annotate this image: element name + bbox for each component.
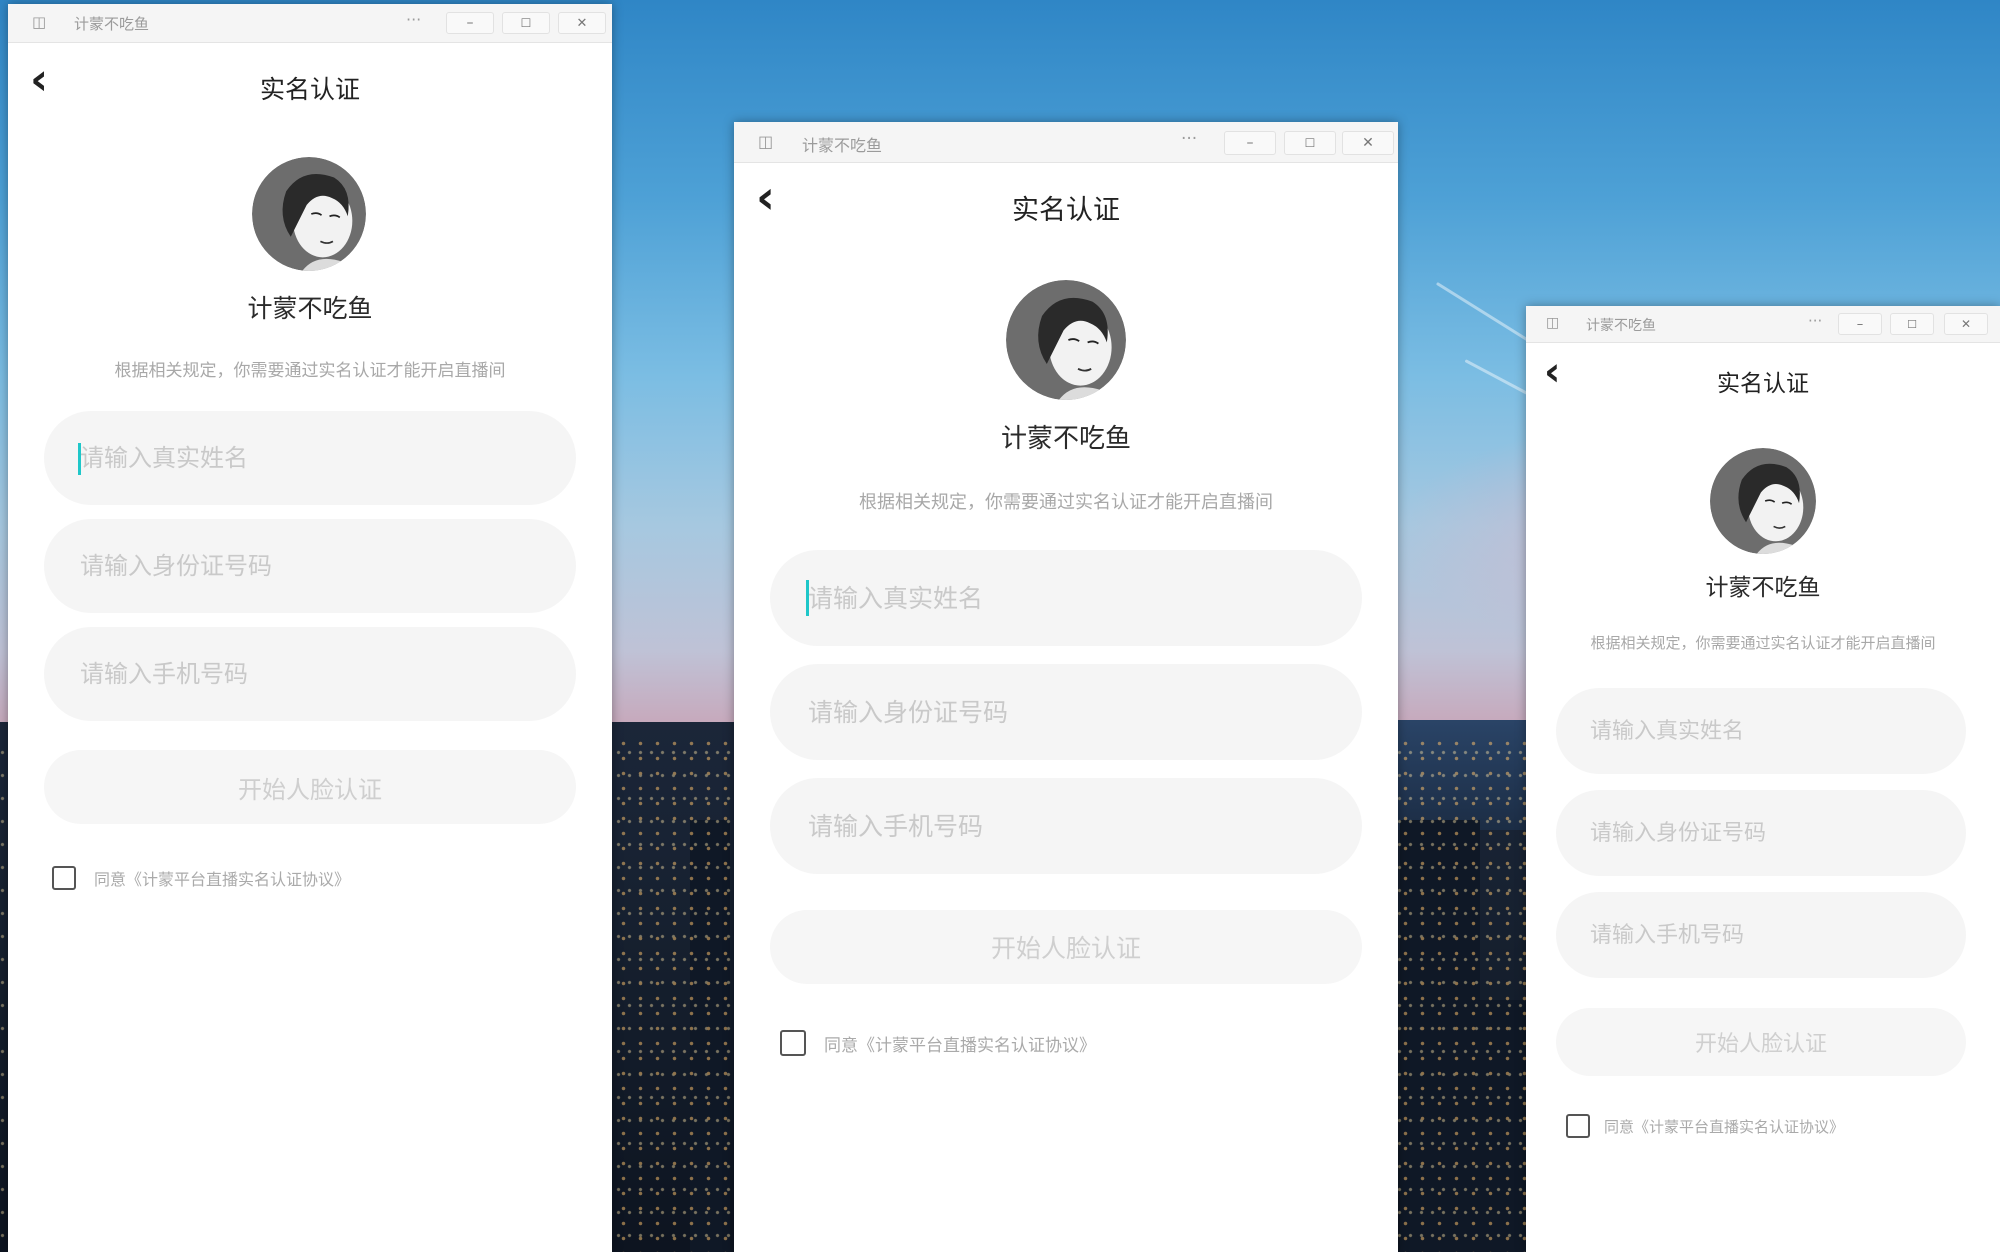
start-face-verification-button[interactable]: 开始人脸认证 — [44, 750, 576, 824]
close-icon: ✕ — [576, 15, 588, 31]
id-number-input[interactable] — [78, 551, 576, 581]
app-window-right: ◫ 计蒙不吃鱼 ··· – ☐ ✕ ‹ 实名认证 计蒙不吃鱼 根据相关规定，你需… — [1526, 306, 2000, 1252]
phone-field[interactable] — [770, 778, 1362, 874]
text-caret — [806, 580, 809, 616]
minimize-button[interactable]: – — [1224, 131, 1276, 155]
app-window-left: ◫ 计蒙不吃鱼 ··· – ☐ ✕ ‹ 实名认证 计蒙不吃鱼 根据相关规定，你需… — [8, 4, 612, 1252]
phone-input[interactable] — [78, 659, 576, 689]
user-name: 计蒙不吃鱼 — [1705, 575, 1821, 601]
more-options-icon[interactable]: ··· — [406, 10, 421, 29]
close-icon: ✕ — [1960, 317, 1972, 331]
id-number-field[interactable] — [44, 519, 576, 613]
more-options-icon[interactable]: ··· — [1181, 129, 1197, 149]
window-app-icon: ◫ — [1546, 315, 1560, 331]
window-titlebar[interactable]: ◫ 计蒙不吃鱼 ··· – ☐ ✕ — [8, 4, 612, 43]
minimize-button[interactable]: – — [1838, 313, 1882, 335]
phone-field[interactable] — [44, 627, 576, 721]
verification-notice: 根据相关规定，你需要通过实名认证才能开启直播间 — [859, 492, 1273, 513]
window-app-icon: ◫ — [32, 13, 47, 31]
maximize-button[interactable]: ☐ — [502, 12, 550, 34]
avatar — [1006, 280, 1126, 400]
agreement-row[interactable]: 同意《计蒙平台直播实名认证协议》 — [52, 866, 350, 890]
agreement-row[interactable]: 同意《计蒙平台直播实名认证协议》 — [1566, 1114, 1844, 1138]
close-button[interactable]: ✕ — [1944, 313, 1988, 335]
window-title: 计蒙不吃鱼 — [1586, 318, 1656, 334]
user-name: 计蒙不吃鱼 — [247, 294, 373, 323]
start-face-verification-button[interactable]: 开始人脸认证 — [1556, 1008, 1966, 1076]
agreement-checkbox[interactable] — [52, 866, 76, 890]
agreement-label[interactable]: 同意《计蒙平台直播实名认证协议》 — [1604, 1116, 1844, 1137]
real-name-field[interactable] — [1556, 688, 1966, 774]
start-face-verification-button[interactable]: 开始人脸认证 — [770, 910, 1362, 984]
agreement-checkbox[interactable] — [1566, 1114, 1590, 1138]
minimize-button[interactable]: – — [446, 12, 494, 34]
real-name-input[interactable] — [1588, 717, 1966, 745]
close-icon: ✕ — [1362, 135, 1374, 151]
real-name-field[interactable] — [770, 550, 1362, 646]
verification-notice: 根据相关规定，你需要通过实名认证才能开启直播间 — [114, 361, 506, 381]
window-title: 计蒙不吃鱼 — [74, 15, 150, 33]
window-title: 计蒙不吃鱼 — [802, 136, 883, 155]
avatar — [252, 157, 366, 271]
maximize-button[interactable]: ☐ — [1890, 313, 1934, 335]
close-button[interactable]: ✕ — [558, 12, 606, 34]
window-app-icon: ◫ — [758, 132, 774, 151]
page-title: 实名认证 — [1012, 195, 1120, 226]
minimize-icon: – — [1246, 135, 1254, 151]
agreement-row[interactable]: 同意《计蒙平台直播实名认证协议》 — [780, 1030, 1096, 1056]
maximize-icon: ☐ — [1304, 136, 1316, 150]
agreement-label[interactable]: 同意《计蒙平台直播实名认证协议》 — [94, 866, 350, 890]
window-titlebar[interactable]: ◫ 计蒙不吃鱼 ··· – ☐ ✕ — [1526, 306, 2000, 343]
maximize-icon: ☐ — [520, 16, 532, 30]
real-name-input[interactable] — [806, 582, 1362, 614]
real-name-input[interactable] — [78, 443, 576, 473]
window-titlebar[interactable]: ◫ 计蒙不吃鱼 ··· – ☐ ✕ — [734, 122, 1398, 163]
id-number-field[interactable] — [770, 664, 1362, 760]
phone-input[interactable] — [806, 810, 1362, 842]
page-title: 实名认证 — [1717, 371, 1809, 397]
user-name: 计蒙不吃鱼 — [1000, 424, 1131, 454]
agreement-checkbox[interactable] — [780, 1030, 806, 1056]
verification-notice: 根据相关规定，你需要通过实名认证才能开启直播间 — [1590, 634, 1936, 652]
id-number-input[interactable] — [806, 696, 1362, 728]
minimize-icon: – — [1856, 316, 1864, 332]
maximize-icon: ☐ — [1907, 317, 1917, 331]
app-window-center: ◫ 计蒙不吃鱼 ··· – ☐ ✕ ‹ 实名认证 计蒙不吃鱼 根据相关规定，你需… — [734, 122, 1398, 1252]
id-number-field[interactable] — [1556, 790, 1966, 876]
more-options-icon[interactable]: ··· — [1808, 312, 1822, 330]
real-name-field[interactable] — [44, 411, 576, 505]
watermark: https://blog.csdn.net/qq_42751338 — [1722, 1226, 1986, 1244]
close-button[interactable]: ✕ — [1342, 131, 1394, 155]
phone-input[interactable] — [1588, 921, 1966, 949]
page-title: 实名认证 — [259, 75, 360, 104]
agreement-label[interactable]: 同意《计蒙平台直播实名认证协议》 — [824, 1031, 1096, 1056]
phone-field[interactable] — [1556, 892, 1966, 978]
text-caret — [78, 443, 81, 475]
id-number-input[interactable] — [1588, 819, 1966, 847]
minimize-icon: – — [466, 15, 474, 31]
avatar — [1710, 448, 1816, 554]
maximize-button[interactable]: ☐ — [1284, 131, 1336, 155]
